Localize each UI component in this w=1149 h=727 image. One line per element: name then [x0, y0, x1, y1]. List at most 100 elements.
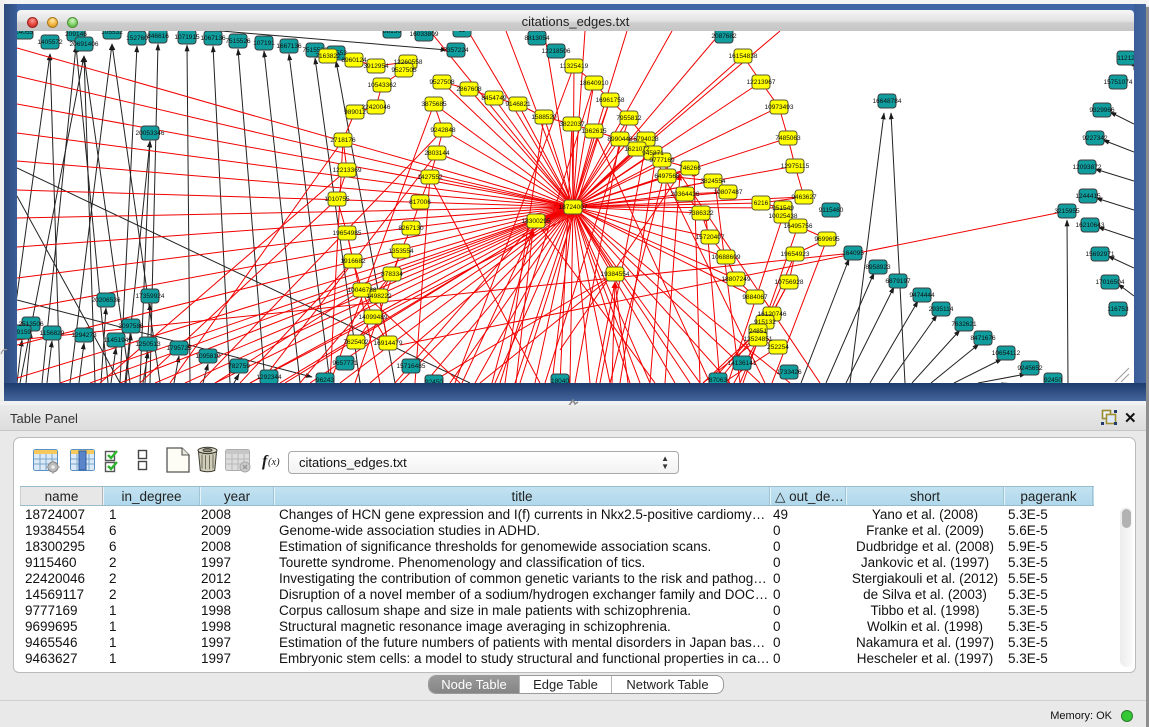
svg-text:8454749: 8454749 [481, 95, 507, 102]
svg-text:16961758: 16961758 [596, 97, 625, 104]
svg-text:87063: 87063 [709, 377, 727, 383]
svg-text:88130: 88130 [383, 31, 401, 35]
svg-text:18807249: 18807249 [722, 276, 751, 283]
svg-text:252254: 252254 [767, 344, 789, 351]
svg-text:1292344: 1292344 [256, 374, 282, 381]
svg-text:1498222: 1498222 [366, 293, 392, 300]
svg-text:8990448: 8990448 [607, 136, 633, 143]
svg-text:7485063: 7485063 [775, 135, 801, 142]
svg-text:92450: 92450 [1044, 377, 1062, 383]
svg-text:2935114: 2935114 [929, 306, 954, 313]
svg-text:6216: 6216 [754, 200, 769, 207]
svg-text:22420046: 22420046 [362, 104, 391, 111]
svg-text:846616: 846616 [147, 33, 169, 40]
svg-text:15692971: 15692971 [1086, 251, 1115, 258]
svg-text:989012: 989012 [344, 109, 366, 116]
svg-text:1362615: 1362615 [581, 128, 607, 135]
svg-text:7386322: 7386322 [688, 210, 714, 217]
svg-text:12093872: 12093872 [1073, 164, 1102, 171]
svg-text:10756928: 10756928 [775, 279, 804, 286]
svg-text:1095810: 1095810 [195, 353, 221, 360]
svg-text:782759: 782759 [228, 363, 250, 370]
svg-text:10807487: 10807487 [714, 189, 743, 196]
svg-text:15720407: 15720407 [696, 234, 725, 241]
svg-text:2718176: 2718176 [330, 137, 356, 144]
svg-text:92450: 92450 [425, 379, 443, 383]
svg-text:11212: 11212 [1117, 55, 1134, 62]
svg-text:152760: 152760 [126, 35, 148, 42]
svg-text:1667136: 1667136 [276, 43, 302, 50]
svg-text:7163822: 7163822 [315, 53, 341, 60]
svg-text:9463627: 9463627 [791, 194, 817, 201]
svg-text:7625402: 7625402 [343, 339, 369, 346]
svg-text:1405572: 1405572 [37, 39, 63, 46]
svg-text:16210643: 16210643 [1076, 222, 1105, 229]
svg-text:878334: 878334 [381, 271, 403, 278]
svg-text:12218506: 12218506 [542, 48, 571, 55]
svg-text:18040: 18040 [551, 378, 569, 383]
svg-text:2803144: 2803144 [424, 150, 450, 157]
svg-text:1244415: 1244415 [1075, 193, 1101, 200]
svg-text:8267130: 8267130 [398, 225, 424, 232]
svg-text:18724007: 18724007 [559, 204, 588, 211]
svg-text:10654112: 10654112 [992, 350, 1021, 357]
svg-text:3215955: 3215955 [1054, 208, 1080, 215]
svg-text:7515526: 7515526 [225, 38, 251, 45]
svg-text:14136141: 14136141 [728, 360, 757, 367]
svg-text:12213967: 12213967 [747, 79, 776, 86]
svg-text:12260558: 12260558 [394, 59, 423, 66]
svg-text:3822037: 3822037 [559, 121, 585, 128]
svg-text:3875685: 3875685 [421, 101, 447, 108]
svg-text:17016504: 17016504 [1096, 279, 1125, 286]
svg-text:915132: 915132 [754, 319, 776, 326]
svg-text:1010755: 1010755 [324, 196, 350, 203]
svg-text:20053346: 20053346 [136, 130, 165, 137]
svg-text:2867608: 2867608 [456, 86, 482, 93]
svg-text:24851: 24851 [749, 328, 767, 335]
svg-text:1353554: 1353554 [388, 248, 414, 255]
svg-text:11: 11 [459, 31, 466, 34]
svg-text:164095: 164095 [842, 250, 864, 257]
svg-text:945871: 945871 [642, 150, 664, 157]
svg-text:12213369: 12213369 [333, 167, 362, 174]
svg-text:3824554: 3824554 [700, 178, 726, 185]
svg-text:20691406: 20691406 [70, 41, 99, 48]
svg-text:6794028: 6794028 [633, 136, 659, 143]
svg-text:105532: 105532 [101, 31, 123, 36]
svg-text:10025438: 10025438 [769, 213, 798, 220]
svg-text:3912954: 3912954 [363, 63, 389, 70]
svg-text:9242848: 9242848 [430, 127, 456, 134]
svg-text:15751074: 15751074 [1104, 79, 1133, 86]
svg-text:1250513: 1250513 [135, 341, 161, 348]
svg-text:20206536: 20206536 [92, 297, 121, 304]
svg-text:116753: 116753 [1107, 306, 1129, 313]
svg-text:1588520: 1588520 [531, 114, 557, 121]
svg-text:18300295: 18300295 [522, 218, 551, 225]
svg-text:96243: 96243 [316, 377, 334, 383]
svg-text:17359924: 17359924 [136, 293, 165, 300]
svg-text:6879197: 6879197 [885, 278, 911, 285]
svg-text:1145194: 1145194 [104, 337, 129, 344]
svg-text:7955812: 7955812 [616, 115, 642, 122]
svg-text:14099489: 14099489 [359, 314, 388, 321]
svg-text:9777169: 9777169 [649, 157, 675, 164]
svg-text:6497568: 6497568 [654, 173, 680, 180]
svg-text:10973493: 10973493 [765, 104, 794, 111]
svg-text:9245652: 9245652 [1017, 365, 1043, 372]
svg-text:9884067: 9884067 [742, 294, 768, 301]
svg-text:11325419: 11325419 [560, 63, 589, 70]
svg-text:9474444: 9474444 [909, 292, 935, 299]
svg-text:1071915: 1071915 [174, 34, 200, 41]
svg-text:2513506: 2513506 [18, 321, 44, 328]
svg-text:8958923: 8958923 [865, 264, 891, 271]
svg-text:1294273: 1294273 [71, 332, 97, 339]
svg-text:9115460: 9115460 [819, 207, 844, 214]
svg-text:8813054: 8813054 [524, 35, 550, 42]
svg-text:1427552: 1427552 [417, 174, 443, 181]
svg-text:9329966: 9329966 [1089, 107, 1115, 114]
svg-text:2087682: 2087682 [711, 33, 737, 40]
svg-text:107191: 107191 [253, 40, 275, 47]
svg-text:9227342: 9227342 [1082, 135, 1108, 142]
svg-text:746266: 746266 [679, 165, 701, 172]
svg-text:1156829: 1156829 [40, 330, 65, 337]
